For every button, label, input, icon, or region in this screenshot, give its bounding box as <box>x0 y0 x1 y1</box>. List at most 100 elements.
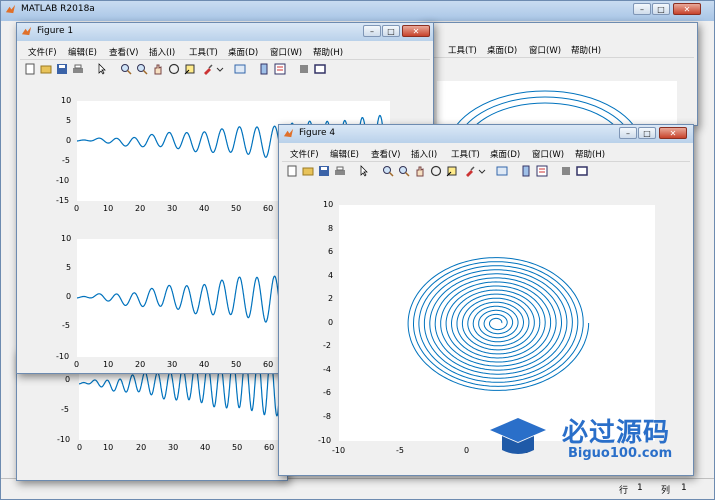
rotate-3d-icon[interactable] <box>430 165 442 177</box>
behind-right-axes <box>437 81 677 125</box>
print-icon[interactable] <box>72 63 84 75</box>
new-figure-icon[interactable] <box>286 165 298 177</box>
data-cursor-icon[interactable] <box>446 165 458 177</box>
menu-help-behind[interactable]: 帮助(H) <box>571 44 601 56</box>
behind-xtick-5: 50 <box>232 443 243 452</box>
f4-xtick-m10: -10 <box>332 446 346 455</box>
minimize-button[interactable]: – <box>633 3 651 15</box>
menu-edit[interactable]: 编辑(E) <box>68 46 97 58</box>
behind-xtick-6: 60 <box>264 443 275 452</box>
top-xtick-20: 20 <box>135 204 146 213</box>
menu-file[interactable]: 文件(F) <box>290 148 319 160</box>
menu-view[interactable]: 查看(V) <box>109 46 138 58</box>
menu-file[interactable]: 文件(F) <box>28 46 57 58</box>
pointer-icon[interactable] <box>358 165 370 177</box>
menu-edit[interactable]: 编辑(E) <box>330 148 359 160</box>
figure1-title-bar[interactable]: Figure 1 – □ ✕ <box>17 23 433 41</box>
figure1-maximize-button[interactable]: □ <box>382 25 400 37</box>
behind-figure-right[interactable]: 工具(T) 桌面(D) 窗口(W) 帮助(H) <box>420 22 698 126</box>
graduation-cap-icon <box>490 418 546 454</box>
behind-right-spiral-svg <box>456 90 634 125</box>
legend-icon[interactable] <box>274 63 286 75</box>
open-file-icon[interactable] <box>40 63 52 75</box>
col-value: 1 <box>681 483 687 493</box>
pan-hand-icon[interactable] <box>152 63 164 75</box>
figure4-maximize-button[interactable]: □ <box>638 127 656 139</box>
f4-ytick-m8: -8 <box>323 412 331 421</box>
pointer-icon[interactable] <box>96 63 108 75</box>
menu-desktop[interactable]: 桌面(D) <box>490 148 520 160</box>
f4-xtick-m5: -5 <box>396 446 404 455</box>
close-button[interactable]: ✕ <box>673 3 701 15</box>
top-xtick-40: 40 <box>199 204 210 213</box>
maximize-button[interactable]: □ <box>652 3 670 15</box>
behind-ytick-1: -5 <box>61 405 69 414</box>
bottom-xtick-0: 0 <box>74 360 80 369</box>
menu-window[interactable]: 窗口(W) <box>270 46 302 58</box>
behind-xtick-2: 20 <box>136 443 147 452</box>
figure1-minimize-button[interactable]: – <box>363 25 381 37</box>
open-file-icon[interactable] <box>302 165 314 177</box>
figure4-minimize-button[interactable]: – <box>619 127 637 139</box>
figure1-close-button[interactable]: ✕ <box>402 25 430 37</box>
figure4-title-bar[interactable]: Figure 4 – □ ✕ <box>279 125 693 143</box>
f4-ytick-10: 10 <box>323 200 334 209</box>
menu-tools[interactable]: 工具(T) <box>189 46 218 58</box>
menu-desktop-behind[interactable]: 桌面(D) <box>487 44 517 56</box>
behind-xtick-3: 30 <box>168 443 179 452</box>
zoom-in-icon[interactable] <box>120 63 132 75</box>
menu-help[interactable]: 帮助(H) <box>313 46 343 58</box>
chevron-down-icon[interactable] <box>478 165 486 177</box>
pan-hand-icon[interactable] <box>414 165 426 177</box>
behind-ytick-2: -10 <box>57 435 71 444</box>
spiral-line-series <box>407 257 590 391</box>
colorbar-icon[interactable] <box>258 63 270 75</box>
legend-icon[interactable] <box>536 165 548 177</box>
menu-window-behind[interactable]: 窗口(W) <box>529 44 561 56</box>
top-xtick-30: 30 <box>167 204 178 213</box>
print-icon[interactable] <box>334 165 346 177</box>
chevron-down-icon[interactable] <box>216 63 224 75</box>
menu-help[interactable]: 帮助(H) <box>575 148 605 160</box>
menu-insert[interactable]: 插入(I) <box>411 148 437 160</box>
figure4-title: Figure 4 <box>299 128 336 138</box>
zoom-in-icon[interactable] <box>382 165 394 177</box>
top-xtick-10: 10 <box>103 204 114 213</box>
behind-xtick-4: 40 <box>200 443 211 452</box>
bottom-ytick-m5: -5 <box>62 321 70 330</box>
menu-desktop[interactable]: 桌面(D) <box>228 46 258 58</box>
zoom-out-icon[interactable] <box>398 165 410 177</box>
row-value: 1 <box>637 483 643 493</box>
new-figure-icon[interactable] <box>24 63 36 75</box>
top-ytick-5: 5 <box>66 116 72 125</box>
hide-tools-icon[interactable] <box>298 63 310 75</box>
menu-view[interactable]: 查看(V) <box>371 148 400 160</box>
menu-tools[interactable]: 工具(T) <box>451 148 480 160</box>
figure4-axes[interactable] <box>339 205 655 441</box>
top-ytick-m5: -5 <box>62 156 70 165</box>
dock-icon[interactable] <box>576 165 588 177</box>
zoom-out-icon[interactable] <box>136 63 148 75</box>
brush-icon[interactable] <box>202 63 214 75</box>
top-ytick-0: 0 <box>66 136 72 145</box>
top-xtick-0: 0 <box>74 204 80 213</box>
link-plot-icon[interactable] <box>496 165 508 177</box>
menu-window[interactable]: 窗口(W) <box>532 148 564 160</box>
colorbar-icon[interactable] <box>520 165 532 177</box>
top-xtick-50: 50 <box>231 204 242 213</box>
menu-insert[interactable]: 插入(I) <box>149 46 175 58</box>
dock-icon[interactable] <box>314 63 326 75</box>
bottom-ytick-0: 0 <box>66 292 72 301</box>
brush-icon[interactable] <box>464 165 476 177</box>
save-icon[interactable] <box>318 165 330 177</box>
behind-ytick-0: 0 <box>65 375 71 384</box>
rotate-3d-icon[interactable] <box>168 63 180 75</box>
figure4-close-button[interactable]: ✕ <box>659 127 687 139</box>
link-plot-icon[interactable] <box>234 63 246 75</box>
main-title-bar[interactable]: MATLAB R2018a – □ ✕ <box>1 1 714 21</box>
data-cursor-icon[interactable] <box>184 63 196 75</box>
menu-tools-behind[interactable]: 工具(T) <box>448 44 477 56</box>
save-icon[interactable] <box>56 63 68 75</box>
hide-tools-icon[interactable] <box>560 165 572 177</box>
bottom-ytick-5: 5 <box>66 263 72 272</box>
